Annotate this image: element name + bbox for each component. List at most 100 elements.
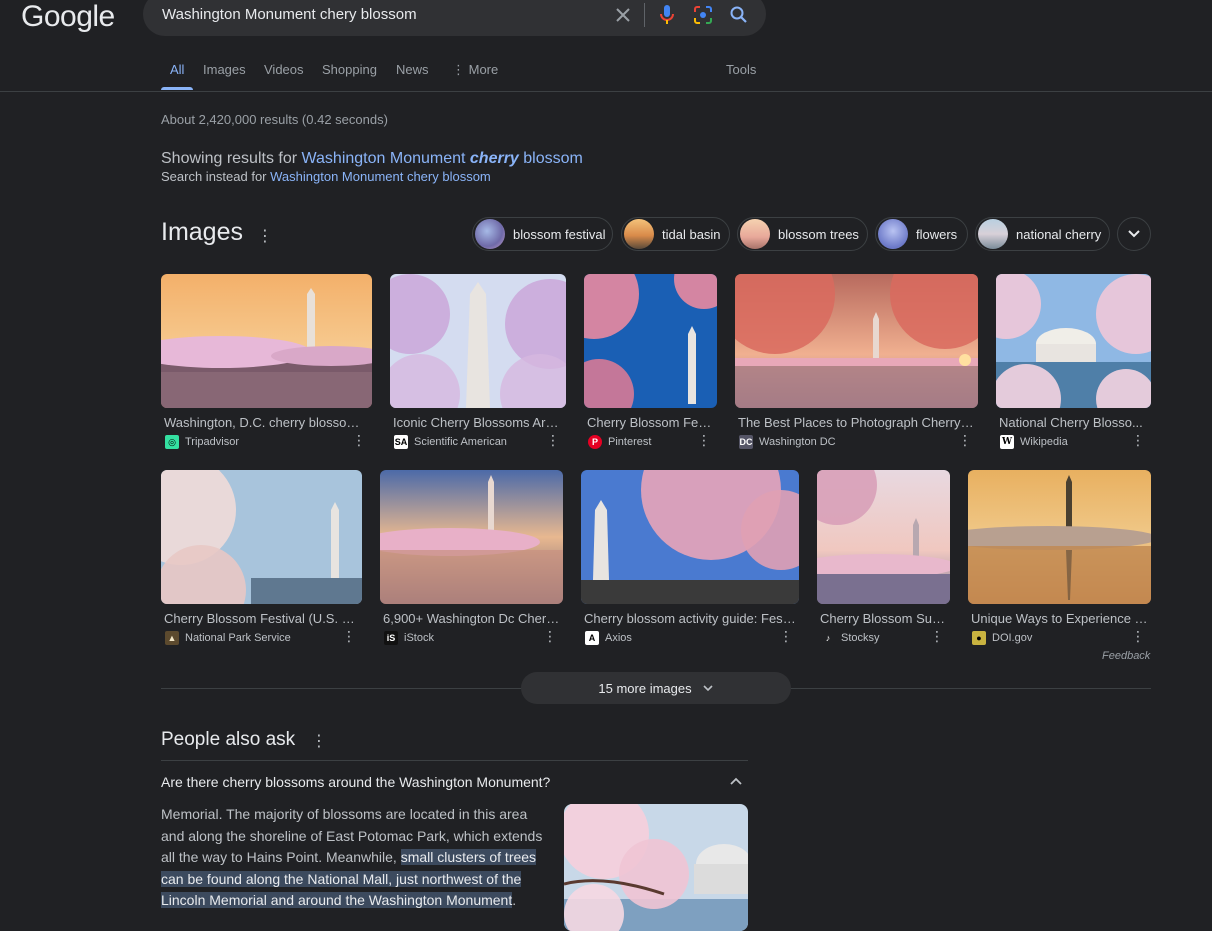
more-options-icon[interactable]: ⋮ [342,628,356,645]
source-label: Wikipedia [1020,436,1068,448]
image-thumbnail[interactable] [581,470,799,604]
image-caption[interactable]: Cherry Blossom Sun... [820,611,947,626]
image-card[interactable]: Washington, D.C. cherry blossoms... ◎ Tr… [161,274,372,449]
chip-thumbnail [624,219,654,249]
image-source[interactable]: W Wikipedia [1000,435,1068,449]
search-icon[interactable] [728,4,750,26]
istock-icon: iS [384,631,398,645]
corrected-query-part: Washington Monument [301,150,466,167]
more-options-icon[interactable]: ⋮ [543,628,557,645]
image-card[interactable]: Iconic Cherry Blossoms Are ... SA Scient… [390,274,566,449]
tab-images[interactable]: Images [203,62,246,77]
axios-icon: A [585,631,599,645]
clear-icon[interactable] [612,4,634,26]
search-instead: Search instead for Washington Monument c… [161,169,491,184]
image-source[interactable]: A Axios [585,631,632,645]
image-source[interactable]: DC Washington DC [739,435,836,449]
tab-news[interactable]: News [396,62,429,77]
chip-thumbnail [878,219,908,249]
image-source[interactable]: ● DOI.gov [972,631,1032,645]
original-query-link[interactable]: Washington Monument chery blossom [270,169,491,184]
image-card[interactable]: Cherry Blossom Fes... P Pinterest ⋮ [584,274,717,449]
tab-all[interactable]: All [170,62,184,77]
result-stats: About 2,420,000 results (0.42 seconds) [161,112,388,127]
chevron-up-icon[interactable] [728,774,744,795]
image-source[interactable]: ◎ Tripadvisor [165,435,239,449]
image-thumbnail[interactable] [380,470,563,604]
image-thumbnail[interactable] [735,274,978,408]
more-options-icon[interactable]: ⋮ [930,628,944,645]
more-options-icon[interactable]: ⋮ [1131,628,1145,645]
paa-answer-image[interactable] [564,804,748,931]
image-caption[interactable]: Unique Ways to Experience D... [971,611,1148,626]
image-caption[interactable]: Cherry Blossom Festival (U.S. Na... [164,611,359,626]
image-caption[interactable]: Cherry Blossom Fes... [587,415,714,430]
feedback-link[interactable]: Feedback [1102,650,1150,662]
chip-tidal-basin[interactable]: tidal basin [621,217,730,251]
image-caption[interactable]: The Best Places to Photograph Cherry B..… [738,415,975,430]
image-thumbnail[interactable] [584,274,717,408]
image-source[interactable]: SA Scientific American [394,435,507,449]
image-source[interactable]: P Pinterest [588,435,651,449]
more-options-icon[interactable]: ⋮ [958,432,972,449]
images-options-icon[interactable]: ⋮ [257,226,273,246]
image-caption[interactable]: National Cherry Blosso... [999,415,1148,430]
image-card[interactable]: The Best Places to Photograph Cherry B..… [735,274,978,449]
image-thumbnail[interactable] [817,470,950,604]
tab-tools[interactable]: Tools [726,62,756,77]
doi-gov-icon: ● [972,631,986,645]
corrected-query-link[interactable]: Washington Monument cherry blossom [302,150,583,167]
source-label: DOI.gov [992,632,1033,644]
paa-answer: Memorial. The majority of blossoms are l… [161,804,551,912]
image-caption[interactable]: Iconic Cherry Blossoms Are ... [393,415,563,430]
image-card[interactable]: Unique Ways to Experience D... ● DOI.gov… [968,470,1151,646]
stocksy-icon: ♪ [821,631,835,645]
more-options-icon[interactable]: ⋮ [1131,432,1145,449]
more-options-icon[interactable]: ⋮ [697,432,711,449]
chip-thumbnail [475,219,505,249]
more-options-icon[interactable]: ⋮ [779,628,793,645]
source-label: iStock [404,632,434,644]
image-card[interactable]: 6,900+ Washington Dc Cherr... iS iStock … [380,470,563,646]
image-thumbnail[interactable] [161,470,362,604]
image-thumbnail[interactable] [390,274,566,408]
image-caption[interactable]: 6,900+ Washington Dc Cherr... [383,611,560,626]
image-source[interactable]: ▲ National Park Service [165,631,291,645]
image-caption[interactable]: Cherry blossom activity guide: Fest... [584,611,796,626]
more-options-icon[interactable]: ⋮ [352,432,366,449]
microphone-icon[interactable] [656,4,678,26]
image-source[interactable]: iS iStock [384,631,434,645]
more-options-icon[interactable]: ⋮ [546,432,560,449]
image-thumbnail[interactable] [161,274,372,408]
chip-blossom-festival[interactable]: blossom festival [472,217,613,251]
chip-label: national cherry [1016,226,1102,242]
chip-label: flowers [916,226,958,242]
image-caption[interactable]: Washington, D.C. cherry blossoms... [164,415,369,430]
more-images-button[interactable]: 15 more images [521,672,791,704]
image-card[interactable]: Cherry Blossom Festival (U.S. Na... ▲ Na… [161,470,362,646]
search-input[interactable]: Washington Monument chery blossom [162,6,417,23]
tab-shopping[interactable]: Shopping [322,62,377,77]
chips-expand-button[interactable] [1117,217,1151,251]
tab-more[interactable]: ⋮ More [452,62,498,78]
image-card[interactable]: Cherry Blossom Sun... ♪ Stocksy ⋮ [817,470,950,646]
google-logo[interactable]: Google [21,0,115,34]
source-label: Axios [605,632,632,644]
image-thumbnail[interactable] [996,274,1151,408]
search-box[interactable]: Washington Monument chery blossom [143,0,766,36]
image-card[interactable]: Cherry blossom activity guide: Fest... A… [581,470,799,646]
chevron-down-icon [1128,230,1140,238]
paa-question[interactable]: Are there cherry blossoms around the Was… [161,774,550,790]
scientific-american-icon: SA [394,435,408,449]
tab-videos[interactable]: Videos [264,62,304,77]
more-images-label: 15 more images [598,680,692,696]
paa-options-icon[interactable]: ⋮ [311,731,327,751]
lens-icon[interactable] [692,4,714,26]
chip-national-cherry[interactable]: national cherry [975,217,1110,251]
image-source[interactable]: ♪ Stocksy [821,631,880,645]
chip-flowers[interactable]: flowers [875,217,968,251]
image-thumbnail[interactable] [968,470,1151,604]
image-card[interactable]: National Cherry Blosso... W Wikipedia ⋮ [996,274,1151,449]
chip-blossom-trees[interactable]: blossom trees [737,217,868,251]
chip-thumbnail [740,219,770,249]
